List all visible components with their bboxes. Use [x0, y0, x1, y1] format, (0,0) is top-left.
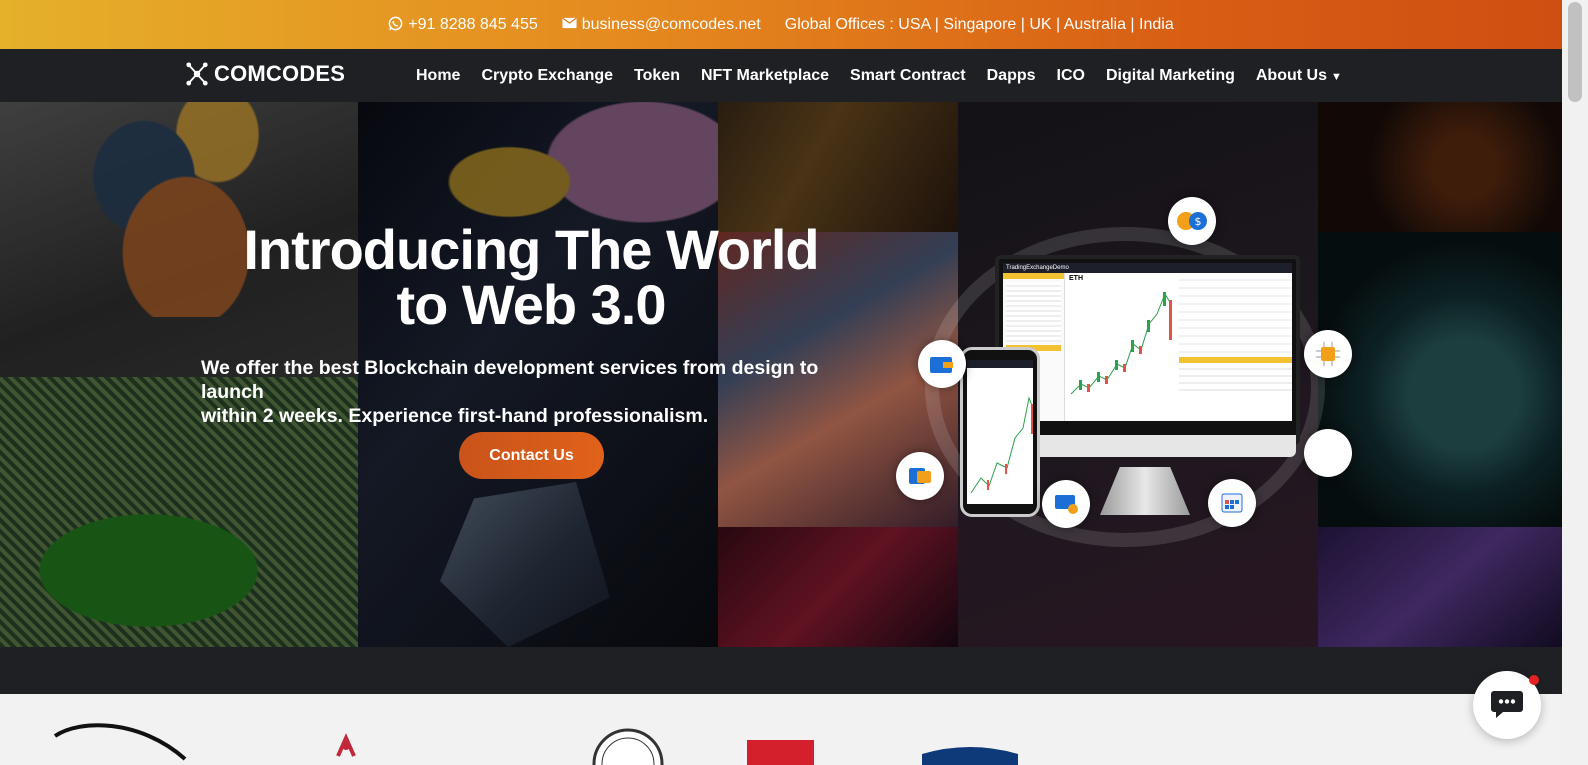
nav-menu: Home Crypto Exchange Token NFT Marketpla… — [416, 49, 1342, 102]
hero-subtitle: We offer the best Blockchain development… — [201, 356, 881, 428]
monitor-mockup: TradingExchangeDemo ETH — [995, 255, 1300, 457]
price-chart: ETH — [1067, 273, 1177, 421]
chat-bubble-icon — [1490, 689, 1524, 722]
client-logos-strip — [0, 694, 1562, 765]
logo-icon — [186, 62, 208, 86]
dashboard-grid-icon — [1208, 479, 1256, 527]
nav-crypto-exchange[interactable]: Crypto Exchange — [481, 67, 613, 85]
chevron-down-icon: ▼ — [1330, 70, 1342, 83]
global-offices-text: Global Offices : USA | Singapore | UK | … — [784, 15, 1174, 33]
monitor-app-name: TradingExchangeDemo — [1003, 263, 1292, 273]
phone-screen — [967, 360, 1033, 504]
hero-title-line2: to Web 3.0 — [396, 273, 666, 336]
nav-nft-marketplace[interactable]: NFT Marketplace — [701, 67, 829, 85]
trading-platform-mockup: TradingExchangeDemo ETH $ — [890, 197, 1370, 547]
nav-smart-contract[interactable]: Smart Contract — [850, 67, 966, 85]
chat-widget-button[interactable] — [1473, 671, 1541, 739]
envelope-icon — [562, 17, 577, 32]
chip-bitcoin-icon — [1304, 330, 1352, 378]
top-contact-bar: +91 8288 845 455 business@comcodes.net G… — [0, 0, 1562, 49]
svg-text:$: $ — [1195, 215, 1202, 228]
exchange-screen-icon — [1042, 480, 1090, 528]
main-navbar: COMCODES Home Crypto Exchange Token NFT … — [0, 49, 1562, 102]
order-book — [1179, 273, 1292, 421]
hero-subtitle-line2: within 2 weeks. Experience first-hand pr… — [201, 405, 709, 427]
nav-about-us-label: About Us — [1255, 66, 1327, 84]
client-logo-1 — [53, 723, 187, 761]
phone-number: +91 8288 845 455 — [408, 15, 538, 33]
nav-ico[interactable]: ICO — [1057, 67, 1085, 85]
hero-section: Introducing The World to Web 3.0 We offe… — [0, 102, 1562, 647]
page-scrollbar[interactable] — [1562, 0, 1588, 765]
nav-digital-marketing[interactable]: Digital Marketing — [1106, 67, 1235, 85]
monitor-chin — [999, 435, 1296, 457]
blockchain-chip-icon — [1304, 429, 1352, 477]
brand-logo[interactable]: COMCODES — [186, 61, 345, 87]
wallet-icon — [918, 340, 966, 388]
trading-pair: ETH — [1069, 275, 1083, 282]
hero-bottom-strip — [0, 647, 1562, 694]
client-logo-3 — [592, 728, 664, 765]
client-logo-5 — [922, 747, 1018, 765]
nav-home[interactable]: Home — [416, 67, 460, 85]
phone-contact[interactable]: +91 8288 845 455 — [388, 15, 538, 34]
chat-notification-dot — [1529, 675, 1539, 685]
client-logo-4 — [747, 740, 814, 765]
client-logo-2 — [336, 733, 356, 757]
email-contact[interactable]: business@comcodes.net — [562, 16, 761, 34]
contact-us-button[interactable]: Contact Us — [459, 432, 604, 479]
hero-title-line1: Introducing The World — [243, 218, 819, 281]
brand-name: COMCODES — [214, 61, 346, 86]
email-address: business@comcodes.net — [581, 15, 761, 33]
scrollbar-thumb[interactable] — [1568, 2, 1582, 102]
monitor-screen: TradingExchangeDemo ETH — [1003, 263, 1292, 421]
nav-about-us[interactable]: About Us ▼ — [1256, 67, 1342, 85]
nav-token[interactable]: Token — [634, 67, 680, 85]
page: +91 8288 845 455 business@comcodes.net G… — [0, 0, 1588, 765]
phone-mockup — [960, 347, 1040, 517]
payment-card-icon — [896, 452, 944, 500]
hero-title: Introducing The World to Web 3.0 — [200, 218, 862, 336]
bitcoin-dollar-icon: $ — [1168, 197, 1216, 245]
whatsapp-icon — [388, 16, 403, 34]
nav-dapps[interactable]: Dapps — [987, 67, 1036, 85]
hero-subtitle-line1: We offer the best Blockchain development… — [201, 357, 819, 403]
global-offices: Global Offices : USA | Singapore | UK | … — [785, 16, 1174, 34]
